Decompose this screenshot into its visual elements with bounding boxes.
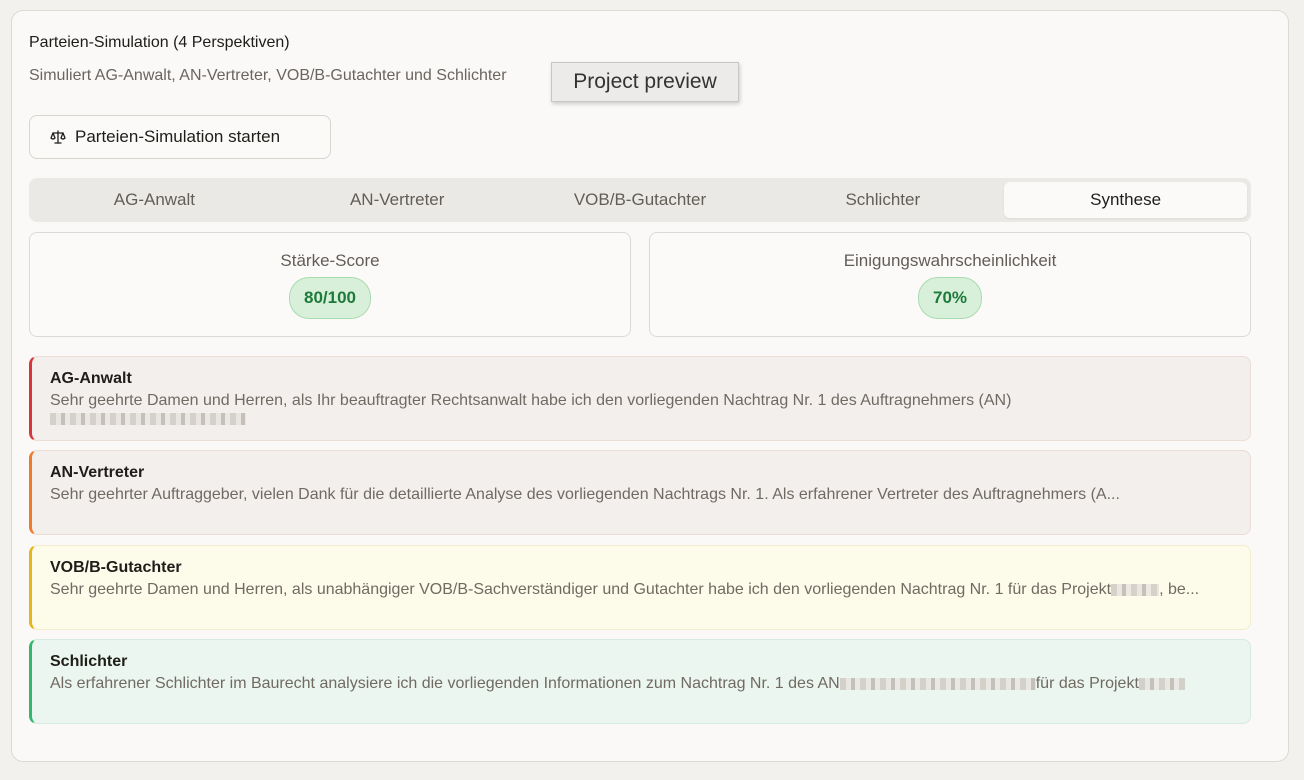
- perspective-tabs: AG-Anwalt AN-Vertreter VOB/B-Gutachter S…: [29, 178, 1251, 222]
- start-simulation-button[interactable]: Parteien-Simulation starten: [29, 115, 331, 159]
- strength-score-card: Stärke-Score 80/100: [29, 232, 631, 337]
- perspective-text-content: Sehr geehrte Damen und Herren, als Ihr b…: [50, 392, 1012, 409]
- redacted-text: [50, 412, 246, 425]
- perspective-ag-anwalt: AG-Anwalt Sehr geehrte Damen und Herren,…: [29, 356, 1251, 441]
- perspective-vob-gutachter: VOB/B-Gutachter Sehr geehrte Damen und H…: [29, 545, 1251, 630]
- redacted-text: [1138, 677, 1185, 690]
- tab-synthese[interactable]: Synthese: [1004, 182, 1247, 218]
- perspective-an-vertreter: AN-Vertreter Sehr geehrter Auftraggeber,…: [29, 450, 1251, 535]
- agreement-probability-label: Einigungswahrscheinlichkeit: [843, 251, 1057, 270]
- perspective-title: Schlichter: [50, 653, 128, 670]
- strength-score-label: Stärke-Score: [280, 251, 380, 270]
- redacted-text: [1111, 583, 1160, 596]
- perspective-text-content: für das Projekt: [1035, 675, 1139, 692]
- perspective-title: AN-Vertreter: [50, 464, 145, 481]
- perspective-title: AG-Anwalt: [50, 370, 132, 387]
- tab-schlichter[interactable]: Schlichter: [761, 182, 1004, 218]
- perspective-text: Als erfahrener Schlichter im Baurecht an…: [50, 675, 1232, 693]
- tab-an-vertreter[interactable]: AN-Vertreter: [276, 182, 519, 218]
- agreement-probability-badge: 70%: [917, 277, 983, 319]
- perspective-text: Sehr geehrte Damen und Herren, als unabh…: [50, 581, 1232, 599]
- agreement-probability-card: Einigungswahrscheinlichkeit 70%: [649, 232, 1251, 337]
- perspective-text-content: , be...: [1159, 581, 1200, 598]
- redacted-text: [839, 677, 1036, 690]
- perspective-text: Sehr geehrte Damen und Herren, als Ihr b…: [50, 392, 1232, 428]
- section-title: Parteien-Simulation (4 Perspektiven): [29, 34, 290, 51]
- section-subtitle: Simuliert AG-Anwalt, AN-Vertreter, VOB/B…: [29, 67, 507, 84]
- perspective-title: VOB/B-Gutachter: [50, 559, 182, 576]
- strength-score-badge: 80/100: [289, 277, 371, 319]
- perspective-text-content: Als erfahrener Schlichter im Baurecht an…: [50, 675, 840, 692]
- scale-icon: [50, 129, 66, 145]
- tab-ag-anwalt[interactable]: AG-Anwalt: [33, 182, 276, 218]
- project-preview-tooltip: Project preview: [551, 62, 739, 102]
- tab-vob-gutachter[interactable]: VOB/B-Gutachter: [519, 182, 762, 218]
- perspective-text: Sehr geehrter Auftraggeber, vielen Dank …: [50, 486, 1120, 503]
- start-simulation-label: Parteien-Simulation starten: [75, 127, 281, 146]
- perspective-text-content: Sehr geehrte Damen und Herren, als unabh…: [50, 581, 1112, 598]
- perspective-schlichter: Schlichter Als erfahrener Schlichter im …: [29, 639, 1251, 724]
